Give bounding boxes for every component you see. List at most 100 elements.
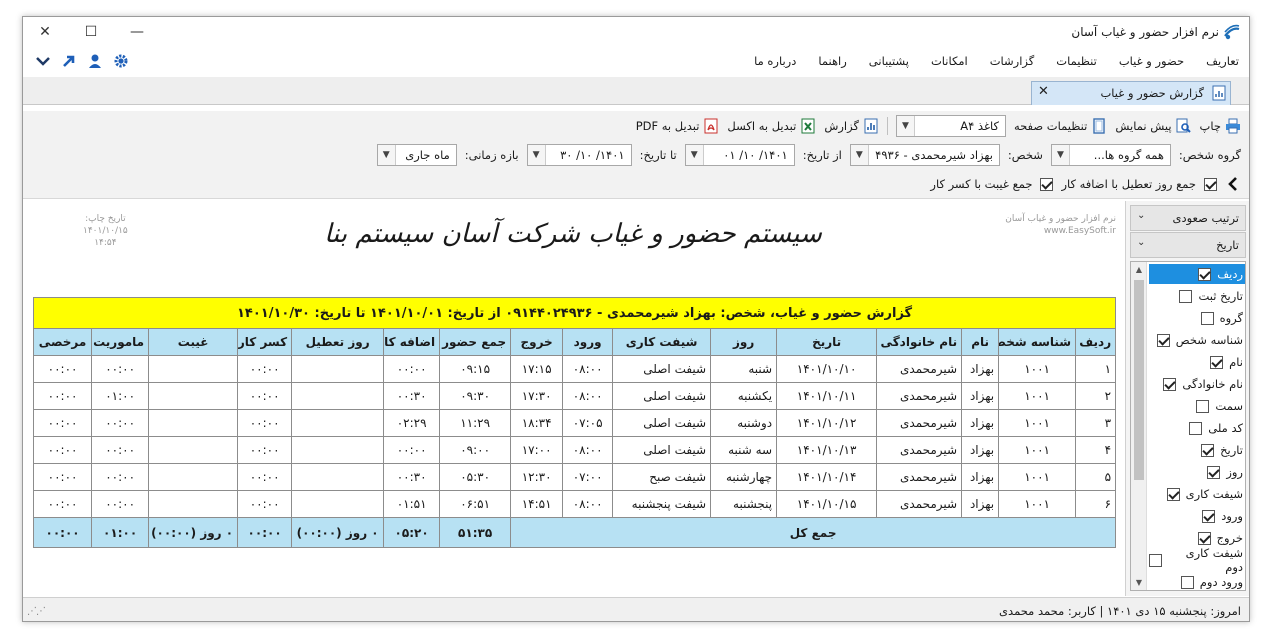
menu-items: تعاریف حضور و غیاب تنظیمات گزارشات امکانات پش… [754,54,1239,68]
column-option-label: تاریخ ثبت [1198,289,1243,303]
scroll-down-icon[interactable]: ▼ [1131,578,1147,587]
chevron-down-icon[interactable] [35,53,51,69]
table-cell: ۰۰:۳۰ [383,382,441,410]
column-checkbox[interactable] [1196,399,1210,413]
table-cell: ۰۰:۰۰ [32,355,93,383]
to-date-picker[interactable]: ۱۴۰۱/ ۱۰/ ۳۰ ▼ [526,144,632,166]
print-button[interactable]: چاپ [1200,118,1241,134]
maximize-window-button[interactable]: ☐ [79,21,103,43]
chevron-down-icon: ▼ [685,145,704,165]
column-checkbox[interactable] [1189,421,1203,435]
menu-item-6[interactable]: پشتیبانی [869,54,909,68]
column-checkbox[interactable] [1180,575,1194,589]
from-date-picker[interactable]: ۱۴۰۱/ ۱۰/ ۰۱ ▼ [684,144,795,166]
column-checkbox[interactable] [1198,267,1212,281]
close-window-button[interactable]: ✕ [33,21,57,43]
table-cell: ۰۲:۲۹ [383,409,441,437]
column-option[interactable]: سمت [1149,396,1245,416]
total-mission: ۰۱:۰۰ [91,517,150,548]
user-icon[interactable] [87,53,103,69]
from-date-value: ۱۴۰۱/ ۱۰/ ۰۱ [723,148,788,162]
column-option[interactable]: شیفت کاری دوم [1149,546,1245,574]
table-cell: ۱۷:۰۰ [510,436,564,464]
table-cell: ۱۷:۳۰ [510,382,564,410]
table-cell [148,382,239,410]
gear-icon[interactable] [113,53,129,69]
column-option[interactable]: ورود دوم [1149,572,1245,590]
column-header: روز تعطیل [291,328,385,356]
column-list-scrollbar[interactable]: ▲ ▼ [1131,262,1147,590]
absence-deficit-checkbox[interactable] [1040,177,1054,191]
close-tab-icon[interactable]: ✕ [1038,84,1049,99]
tab-attendance-report[interactable]: گزارش حضور و غیاب ✕ [1031,81,1231,105]
menu-item-4[interactable]: گزارشات [990,54,1035,68]
column-option[interactable]: گروه [1149,308,1245,328]
column-header: شناسه شخص [998,328,1077,356]
report-button[interactable]: گزارش [824,118,879,134]
column-checkbox[interactable] [1200,311,1214,325]
export-pdf-button[interactable]: تبدیل به PDF [636,118,720,134]
table-cell: ۱۴:۵۱ [510,490,564,518]
menu-item-8[interactable]: درباره ما [754,54,796,68]
person-group-select[interactable]: همه گروه ها... ▼ [1050,144,1171,166]
preview-button[interactable]: پیش نمایش [1115,118,1191,134]
table-row: ۲ ۱۰۰۱ بهزاد شیرمحمدی ۱۴۰۱/۱۰/۱۱ یکشنبه شیفت ا… [32,382,1117,410]
page-settings-button[interactable]: تنظیمات صفحه [1014,118,1107,134]
table-cell: ۴ [1075,436,1117,464]
column-option[interactable]: کد ملی [1149,418,1245,438]
column-option[interactable]: شناسه شخص [1149,330,1245,350]
column-header: ورود [562,328,614,356]
paper-size-select[interactable]: کاغذ A۴ ▼ [895,115,1006,137]
export-excel-button[interactable]: تبدیل به اکسل [727,118,816,134]
time-span-value: ماه جاری [405,148,450,162]
column-checkbox[interactable] [1149,553,1162,567]
menu-item-2[interactable]: حضور و غیاب [1119,54,1184,68]
scroll-thumb[interactable] [1134,280,1144,480]
menu-item-5[interactable]: امکانات [931,54,968,68]
report-icon [1212,85,1226,101]
column-option[interactable]: تاریخ ثبت [1149,286,1245,306]
sort-field-select[interactable]: تاریخ ⌄ [1130,232,1246,258]
column-checkbox[interactable] [1210,355,1224,369]
column-option[interactable]: ورود [1149,506,1245,526]
column-option[interactable]: تاریخ [1149,440,1245,460]
table-cell: ۰۹:۳۰ [439,382,512,410]
app-window: نرم افزار حضور و غیاب آسان ✕ ☐ — تعاریف ح… [22,16,1250,622]
sort-direction-select[interactable]: ترتیب صعودی ⌄ [1130,205,1246,231]
column-option-label: کد ملی [1208,421,1243,435]
column-checkbox[interactable] [1163,377,1177,391]
holiday-overtime-checkbox[interactable] [1204,177,1217,191]
column-checkbox[interactable] [1197,531,1211,545]
scroll-up-icon[interactable]: ▲ [1131,265,1147,274]
menu-item-3[interactable]: تنظیمات [1056,54,1097,68]
column-checkbox[interactable] [1201,443,1215,457]
tab-strip: گزارش حضور و غیاب ✕ [23,77,1249,105]
column-option[interactable]: ردیف [1149,264,1245,284]
software-name: نرم افزار حضور و غیاب آسان [1005,214,1116,224]
arrow-up-right-icon[interactable] [61,53,77,69]
table-cell: شیرمحمدی [876,490,963,518]
quick-tools [35,53,129,69]
column-checkbox[interactable] [1166,487,1180,501]
person-select[interactable]: بهزاد شیرمحمدی - ۴۹۳۶ ▼ [849,144,1000,166]
column-checkbox[interactable] [1207,465,1221,479]
column-option[interactable]: نام [1149,352,1245,372]
table-cell: ۱۷:۱۵ [510,355,564,383]
menu-item-7[interactable]: راهنما [818,54,846,68]
column-option[interactable]: نام خانوادگی [1149,374,1245,394]
chevron-left-icon[interactable] [1225,176,1241,192]
column-checkbox[interactable] [1156,333,1170,347]
time-span-select[interactable]: ماه جاری ▼ [376,144,457,166]
table-cell: ۱۴۰۱/۱۰/۱۴ [776,463,878,491]
menu-item-1[interactable]: تعاریف [1206,54,1239,68]
column-option-label: ردیف [1217,267,1243,281]
column-option[interactable]: شیفت کاری [1149,484,1245,504]
column-option[interactable]: خروج [1149,528,1245,548]
column-option[interactable]: روز [1149,462,1245,482]
minimize-window-button[interactable]: — [125,21,149,43]
resize-grip-icon[interactable]: ⋰⋰ [27,606,46,617]
table-cell [291,490,385,518]
table-row: ۳ ۱۰۰۱ بهزاد شیرمحمدی ۱۴۰۱/۱۰/۱۲ دوشنبه شیفت ا… [32,409,1117,437]
column-checkbox[interactable] [1179,289,1193,303]
column-checkbox[interactable] [1202,509,1216,523]
